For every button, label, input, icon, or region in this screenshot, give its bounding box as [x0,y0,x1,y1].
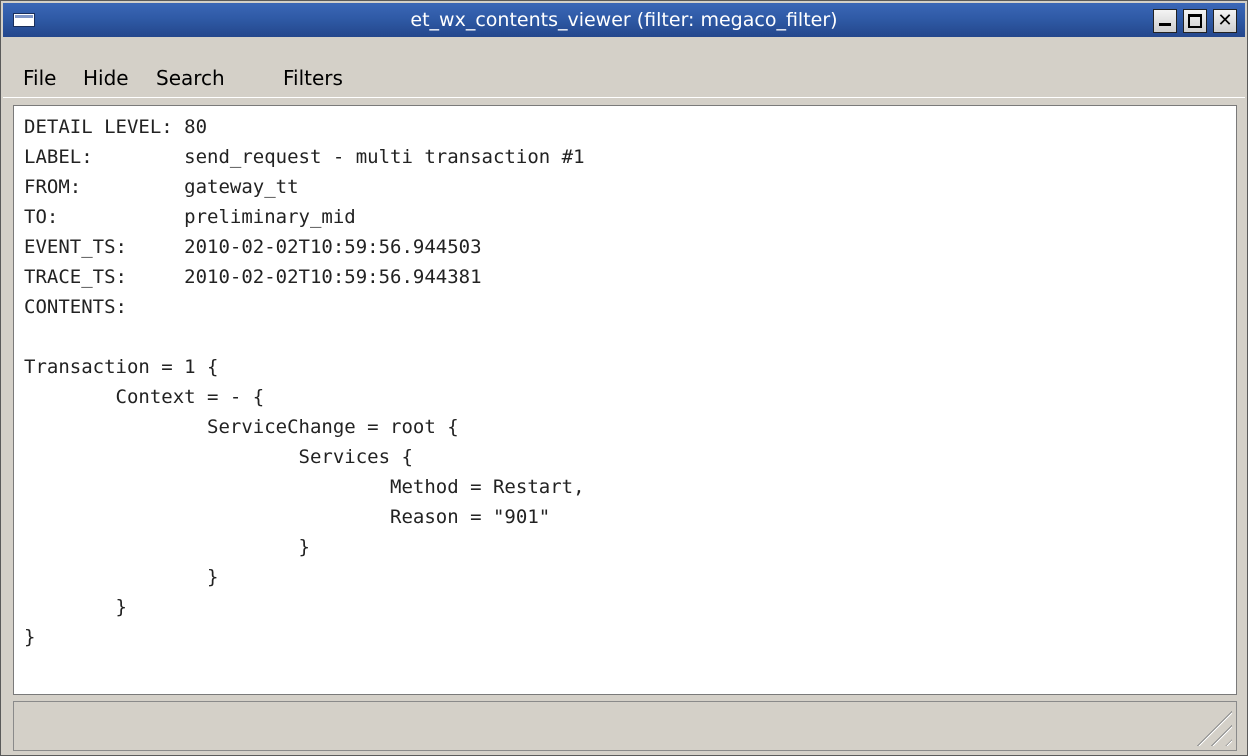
content-line: } [24,566,219,588]
content-line: Services { [24,446,413,468]
content-line: Method = Restart, [24,476,585,498]
content-line: TRACE_TS: 2010-02-02T10:59:56.944381 [24,266,482,288]
maximize-icon [1188,14,1202,28]
minimize-icon [1159,23,1171,26]
content-line: Transaction = 1 { [24,356,219,378]
content-line: Context = - { [24,386,265,408]
content-line: Reason = "901" [24,506,551,528]
content-line: LABEL: send_request - multi transaction … [24,146,585,168]
event-contents-lines: DETAIL LEVEL: 80 LABEL: send_request - m… [24,112,585,652]
content-line: TO: preliminary_mid [24,206,356,228]
contents-viewer-window: et_wx_contents_viewer (filter: megaco_fi… [0,0,1248,756]
status-bar [13,701,1237,751]
content-line: ServiceChange = root { [24,416,459,438]
title-bar[interactable]: et_wx_contents_viewer (filter: megaco_fi… [3,3,1245,37]
window-title: et_wx_contents_viewer (filter: megaco_fi… [410,9,838,31]
content-line: FROM: gateway_tt [24,176,299,198]
content-line: EVENT_TS: 2010-02-02T10:59:56.944503 [24,236,482,258]
menu-bar: File Hide Search Filters [3,59,1245,97]
content-line: } [24,536,310,558]
content-line: DETAIL LEVEL: 80 [24,116,208,138]
event-contents-text-area[interactable]: DETAIL LEVEL: 80 LABEL: send_request - m… [13,105,1237,695]
resize-grip-icon[interactable] [1196,710,1232,746]
minimize-button[interactable] [1153,9,1177,33]
menu-filters[interactable]: Filters [283,59,343,97]
menu-divider [3,97,1245,98]
close-button[interactable]: ✕ [1213,9,1237,33]
menu-file[interactable]: File [23,59,56,97]
content-line: } [24,596,127,618]
content-line: CONTENTS: [24,296,127,318]
menu-search[interactable]: Search [156,59,225,97]
content-line: } [24,626,36,648]
close-icon: ✕ [1217,10,1233,31]
menu-hide[interactable]: Hide [83,59,129,97]
maximize-button[interactable] [1183,9,1207,33]
